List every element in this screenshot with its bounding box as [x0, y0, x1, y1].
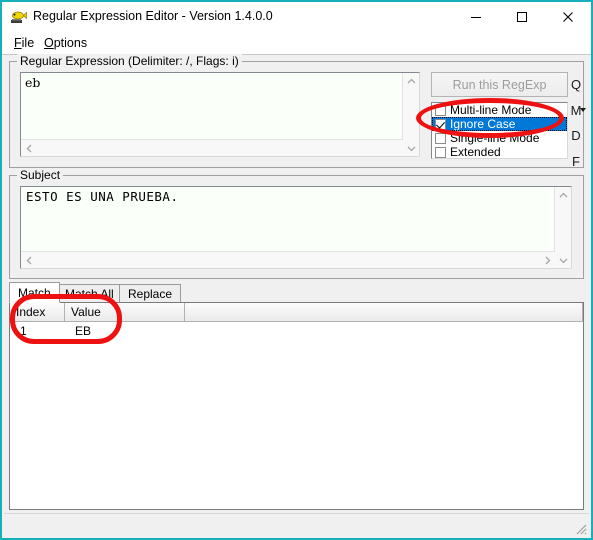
menu-item-options-rest: ptions [53, 36, 88, 50]
regex-input-value: eb [25, 75, 41, 90]
maximize-icon[interactable] [499, 2, 545, 32]
close-icon[interactable] [545, 2, 591, 32]
scroll-down-icon[interactable] [555, 252, 571, 268]
cell-value: EB [75, 324, 92, 338]
resize-grip-icon[interactable] [573, 521, 587, 535]
quote-button[interactable]: Q [567, 77, 585, 92]
tab-match-all[interactable]: Match All [56, 284, 123, 303]
checkbox-extended[interactable] [435, 146, 446, 158]
scroll-right-icon[interactable] [539, 252, 555, 268]
menu-item-file-rest: ile [21, 36, 35, 50]
column-header-filler [185, 303, 583, 321]
flag-label-ignore-case: Ignore Case [450, 117, 516, 131]
scroll-up-icon[interactable] [403, 73, 419, 89]
results-grid-header: Index Value [10, 303, 583, 322]
tab-match[interactable]: Match [9, 282, 60, 303]
flag-row-multiline[interactable]: Multi-line Mode [432, 103, 567, 117]
cell-index: 1 [20, 324, 27, 338]
results-grid[interactable]: Index Value 1 EB [10, 303, 583, 509]
subject-group-title: Subject [17, 168, 64, 182]
regex-group-title: Regular Expression (Delimiter: /, Flags:… [17, 54, 242, 68]
regex-horizontal-scrollbar[interactable] [21, 139, 403, 156]
subject-input[interactable]: ESTO ES UNA PRUEBA. [20, 186, 572, 269]
app-fish-icon [10, 9, 27, 25]
flags-button[interactable]: F [567, 154, 585, 169]
run-regexp-button[interactable]: Run this RegExp [431, 72, 568, 97]
regex-input[interactable]: eb [20, 72, 420, 157]
flag-row-extended[interactable]: Extended [432, 145, 567, 159]
column-header-value[interactable]: Value [65, 303, 185, 321]
subject-horizontal-scrollbar[interactable] [21, 251, 555, 268]
scroll-left-icon[interactable] [21, 140, 37, 156]
subject-input-value: ESTO ES UNA PRUEBA. [26, 189, 179, 204]
table-row[interactable]: 1 EB [10, 322, 583, 339]
title-bar[interactable]: Regular Expression Editor - Version 1.4.… [2, 2, 591, 32]
minimize-icon[interactable] [453, 2, 499, 32]
client-area: Regular Expression (Delimiter: /, Flags:… [4, 54, 589, 516]
regex-groupbox: Regular Expression (Delimiter: /, Flags:… [9, 54, 584, 168]
regex-vertical-scrollbar[interactable] [402, 73, 419, 156]
status-bar [4, 513, 589, 536]
scroll-down-icon[interactable] [403, 140, 419, 156]
window-title: Regular Expression Editor - Version 1.4.… [33, 9, 273, 23]
app-window: Regular Expression Editor - Version 1.4.… [0, 0, 593, 540]
flag-label-singleline: Single-line Mode [450, 131, 540, 145]
results-tabstrip: Match Match All Replace [9, 282, 584, 303]
cell-filler [185, 322, 583, 339]
results-panel: Index Value 1 EB [9, 302, 584, 510]
flag-row-singleline[interactable]: Single-line Mode [432, 131, 567, 145]
flag-label-extended: Extended [450, 145, 501, 159]
checkbox-ignore-case[interactable] [435, 118, 446, 130]
scroll-left-icon[interactable] [21, 252, 37, 268]
flag-label-multiline: Multi-line Mode [450, 103, 532, 117]
subject-groupbox: Subject ESTO ES UNA PRUEBA. [9, 168, 584, 279]
scroll-up-icon[interactable] [555, 187, 571, 203]
checkbox-singleline[interactable] [435, 132, 446, 144]
menu-item-options[interactable]: Options [40, 35, 91, 51]
flags-list[interactable]: Multi-line Mode Ignore Case Single-line … [431, 102, 568, 159]
tab-replace[interactable]: Replace [119, 284, 182, 303]
delimiter-button[interactable]: D [567, 128, 585, 143]
checkbox-multiline[interactable] [435, 104, 446, 116]
menu-item-file[interactable]: File [10, 35, 38, 51]
column-header-index[interactable]: Index [10, 303, 65, 321]
subject-vertical-scrollbar[interactable] [554, 187, 571, 268]
chevron-down-icon[interactable] [580, 108, 586, 112]
flag-row-ignore-case[interactable]: Ignore Case [432, 117, 567, 131]
menu-bar: File Options [2, 32, 591, 55]
